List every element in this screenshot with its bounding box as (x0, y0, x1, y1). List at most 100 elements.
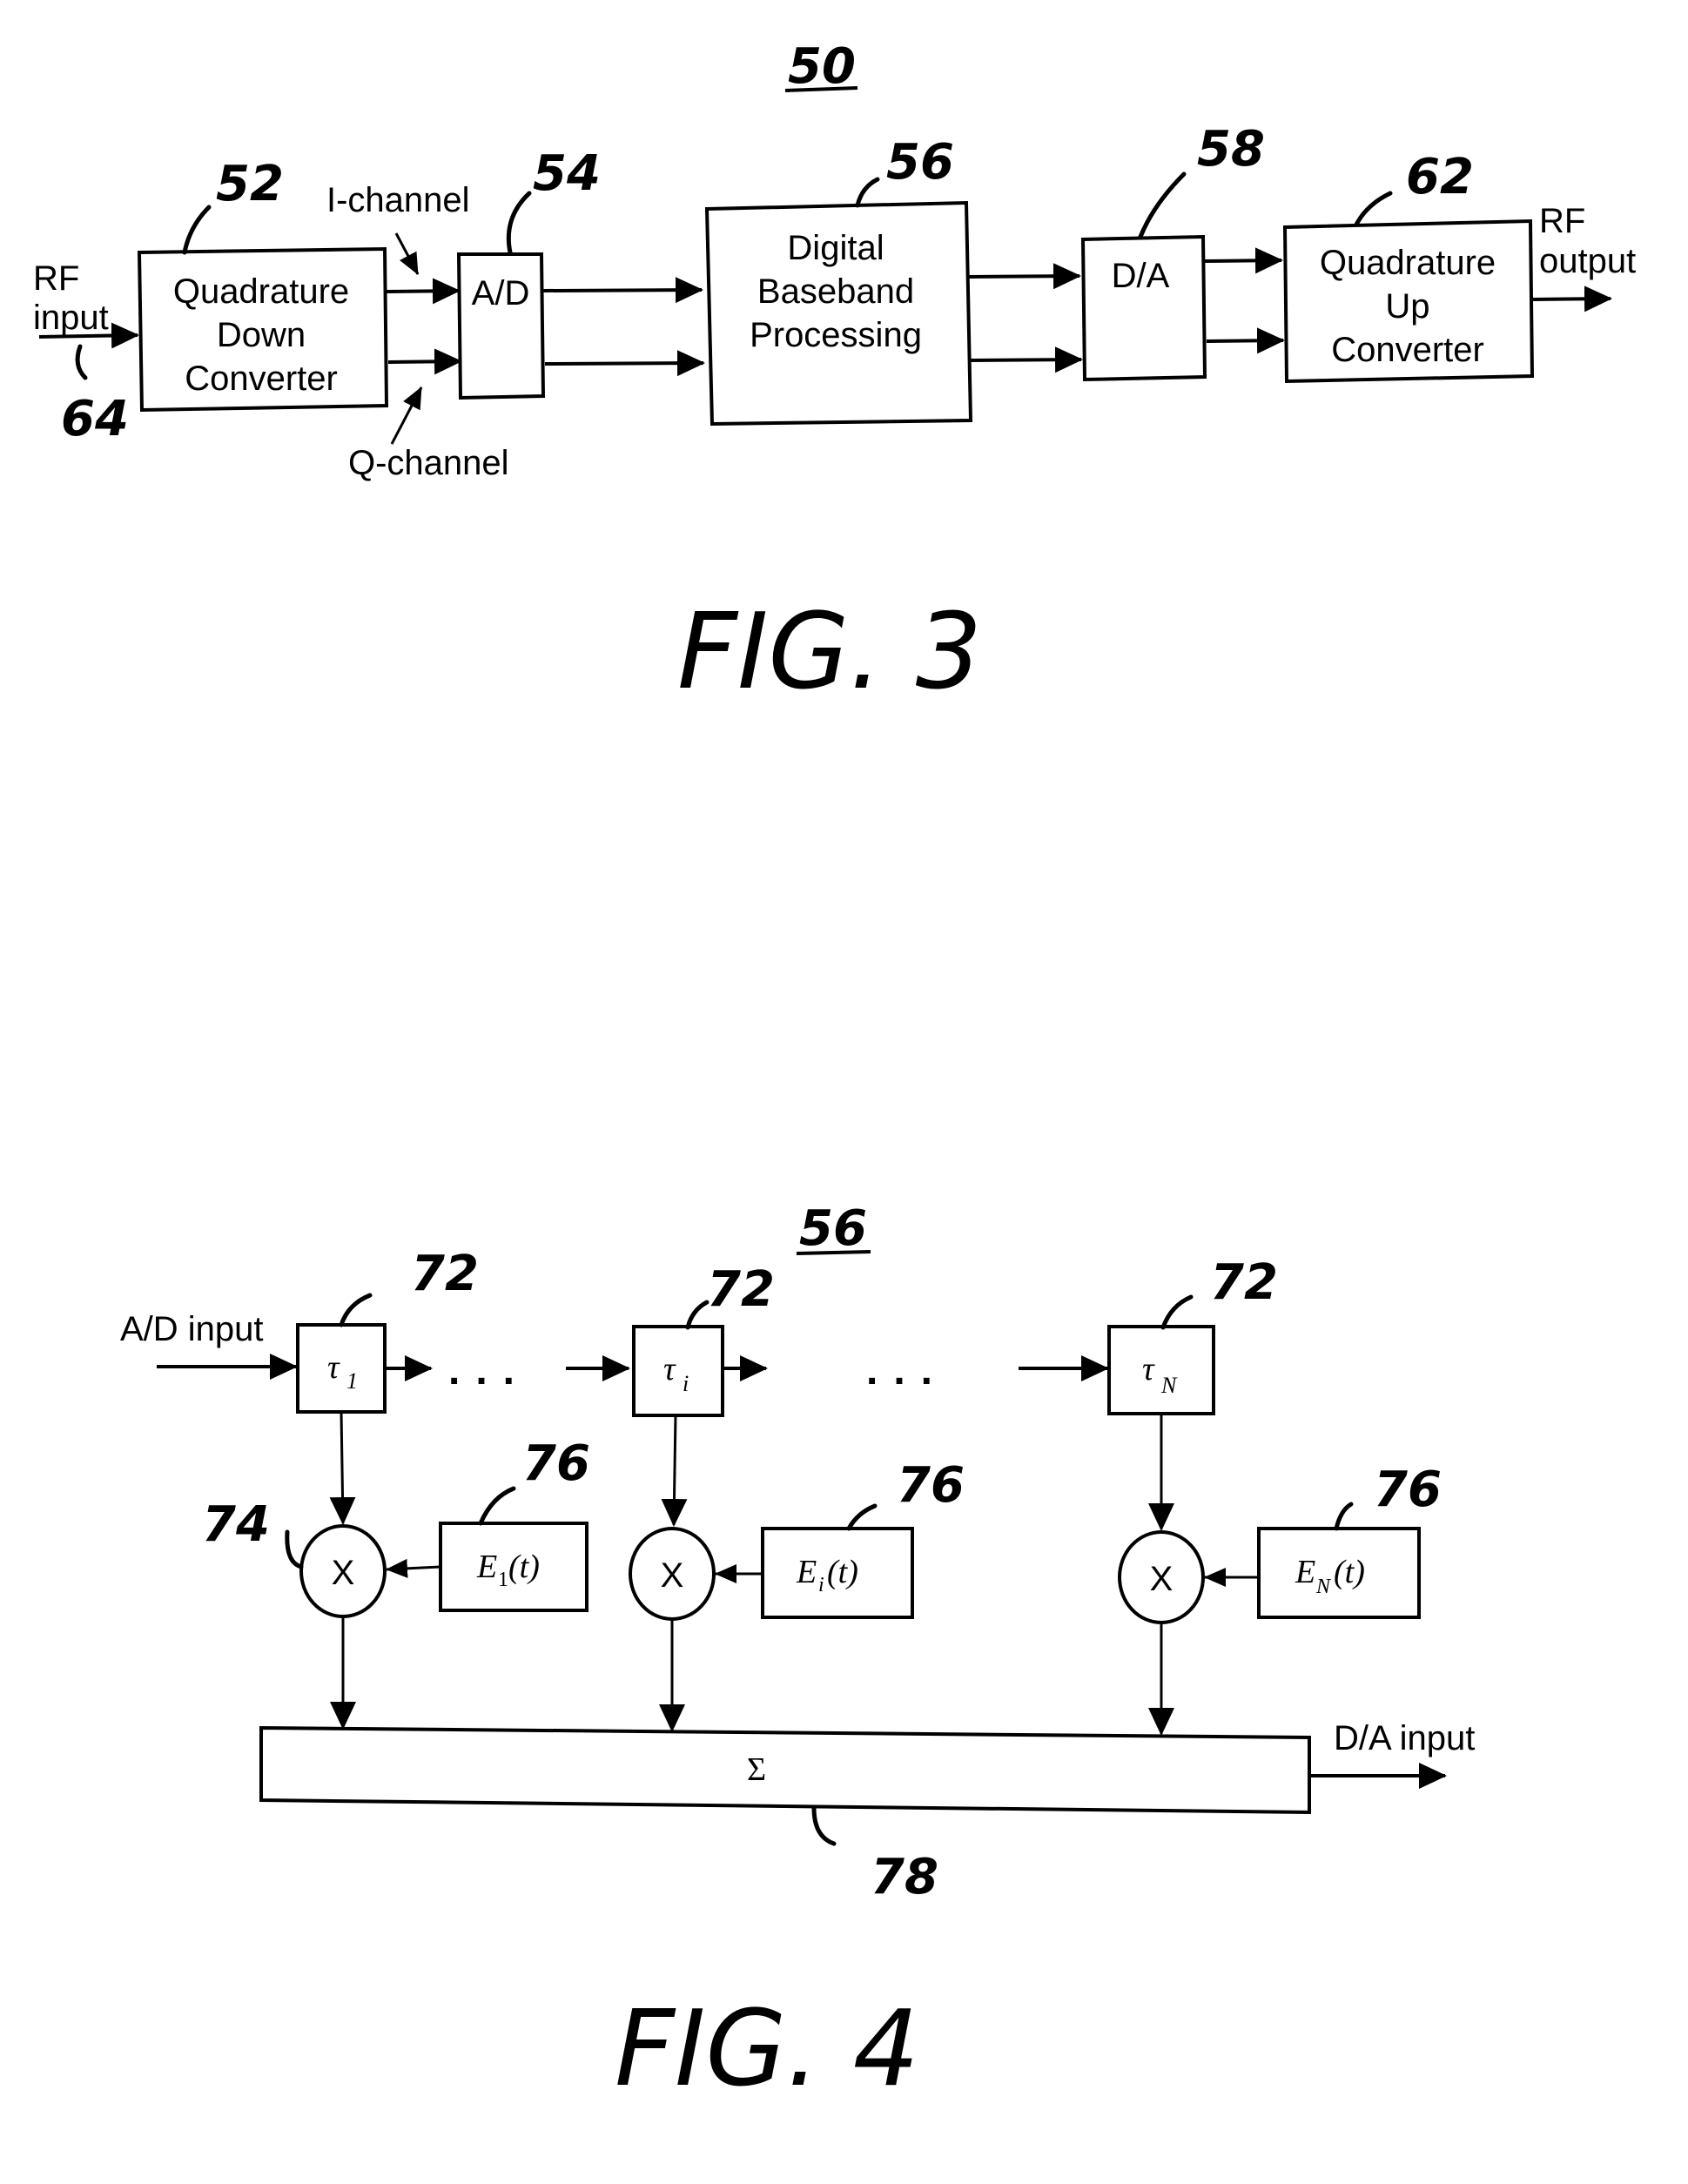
digital-baseband-processing-block: Digital Baseband Processing 56 (704, 134, 973, 427)
delay-block-n: τ N 72 (1107, 1254, 1278, 1415)
ref-72-leader-2 (685, 1300, 709, 1330)
svg-text:E: E (796, 1554, 817, 1590)
ref-62: 62 (1406, 149, 1474, 205)
q-channel-pointer (390, 386, 423, 445)
summer-block: Σ 78 (259, 1725, 1311, 1905)
ad-to-dbp-line-2 (544, 350, 705, 377)
svg-text:X: X (661, 1556, 684, 1595)
ref-58-leader (1138, 171, 1187, 239)
weight-block-i: E i (t) 76 (761, 1457, 965, 1619)
svg-text:(t): (t) (508, 1549, 540, 1585)
ref-72-leader-1 (339, 1293, 373, 1327)
svg-text:τ: τ (327, 1349, 340, 1386)
ellipsis-1: ... (448, 1347, 530, 1394)
svg-text:X: X (332, 1554, 355, 1592)
ref-78-leader (811, 1805, 837, 1846)
i-channel-pointer (394, 232, 420, 275)
svg-text:X: X (1150, 1560, 1174, 1598)
da-to-quc-line-1 (1204, 247, 1283, 274)
weight-block-1: E 1 (t) 76 (439, 1435, 590, 1612)
weight1-to-mult-arrow (386, 1558, 441, 1578)
ellipsis-2: ... (866, 1347, 948, 1394)
multiplier-1: X 74 (202, 1496, 387, 1618)
delay-i-to-mult-arrow (661, 1415, 688, 1527)
da-to-quc-line-2 (1206, 327, 1285, 354)
ref-72-2: 72 (707, 1261, 775, 1318)
ref-76-3: 76 (1374, 1462, 1442, 1518)
ref-78: 78 (871, 1849, 938, 1905)
svg-text:τ: τ (1142, 1351, 1155, 1388)
svg-text:Σ: Σ (747, 1751, 766, 1788)
ref-58: 58 (1197, 121, 1265, 178)
ref-76-1: 76 (522, 1435, 590, 1492)
ref-76-leader-3 (1334, 1502, 1354, 1531)
ref-76-2: 76 (897, 1457, 965, 1514)
fig4-caption: FIG. 4 (615, 1989, 919, 2110)
svg-text:Quadrature: Quadrature (173, 272, 349, 311)
patent-drawing-sheet: 50 RF input 64 Quadrature Down Converter… (33, 38, 1636, 2110)
svg-text:τ: τ (663, 1351, 676, 1388)
svg-text:Up: Up (1385, 287, 1429, 326)
ref-72-1: 72 (411, 1246, 479, 1302)
delay1-to-mult-arrow (329, 1411, 356, 1525)
fig4-ref-number: 56 (799, 1200, 867, 1257)
ref-64-leader (75, 344, 88, 380)
quadrature-up-converter-block: Quadrature Up Converter 62 (1282, 149, 1535, 384)
da-input-label: D/A input (1334, 1719, 1475, 1757)
ref-56: 56 (886, 134, 954, 191)
rf-input-label-1: RF (33, 259, 79, 298)
multiplier-i: X (629, 1527, 716, 1621)
figure-4: 56 A/D input τ 1 72 ... τ i 72 ... τ N 7… (120, 1200, 1475, 2110)
ref-76-leader-1 (478, 1486, 516, 1526)
svg-text:Down: Down (217, 316, 306, 354)
svg-text:Digital: Digital (787, 229, 884, 267)
fig3-ref-number: 50 (788, 38, 856, 95)
svg-text:i: i (818, 1574, 824, 1596)
ref-72-leader-3 (1160, 1294, 1194, 1330)
rf-output-label-1: RF (1539, 202, 1585, 240)
svg-text:(t): (t) (827, 1554, 858, 1590)
ref-52-leader (182, 205, 212, 255)
svg-text:1: 1 (346, 1368, 358, 1394)
ad-converter-block: A/D 54 (456, 145, 601, 400)
ref-64: 64 (61, 391, 129, 447)
delay-block-i: τ i 72 (632, 1261, 775, 1417)
svg-text:Processing: Processing (750, 316, 922, 354)
ref-56-leader (855, 177, 880, 208)
svg-text:E: E (476, 1549, 497, 1585)
svg-text:N: N (1315, 1576, 1332, 1598)
ref-72-3: 72 (1210, 1254, 1278, 1311)
figure-3: 50 RF input 64 Quadrature Down Converter… (33, 38, 1636, 713)
multiplier-n: X (1118, 1530, 1205, 1624)
svg-text:1: 1 (498, 1569, 508, 1591)
rf-output-label-2: output (1539, 242, 1636, 280)
weight-block-n: E N (t) 76 (1257, 1462, 1442, 1619)
ad-input-label: A/D input (120, 1310, 264, 1348)
svg-text:E: E (1295, 1554, 1315, 1590)
ref-74: 74 (202, 1496, 270, 1553)
svg-text:(t): (t) (1334, 1554, 1365, 1590)
svg-text:i: i (683, 1371, 689, 1396)
ref-76-leader-2 (846, 1503, 878, 1531)
q-channel-label: Q-channel (348, 444, 509, 482)
svg-text:Converter: Converter (185, 360, 338, 398)
fig3-caption: FIG. 3 (677, 592, 982, 713)
ref-54: 54 (533, 145, 601, 202)
svg-text:Baseband: Baseband (757, 272, 914, 311)
i-channel-line (386, 278, 461, 305)
ref-52: 52 (216, 156, 284, 212)
i-channel-label: I-channel (326, 181, 470, 219)
svg-text:A/D: A/D (472, 274, 530, 312)
ad-to-dbp-line-1 (542, 277, 703, 304)
ref-74-leader (285, 1529, 304, 1569)
fig4-ref-underline (796, 1250, 871, 1255)
rf-input-arrow (38, 322, 139, 349)
svg-text:N: N (1160, 1373, 1178, 1398)
ref-62-leader (1354, 191, 1393, 227)
ref-54-leader (506, 191, 532, 255)
q-channel-line (387, 348, 462, 375)
svg-text:Converter: Converter (1331, 331, 1484, 369)
svg-text:D/A: D/A (1112, 257, 1170, 295)
dbp-to-da-line-1 (967, 263, 1081, 290)
svg-text:Quadrature: Quadrature (1320, 244, 1496, 282)
